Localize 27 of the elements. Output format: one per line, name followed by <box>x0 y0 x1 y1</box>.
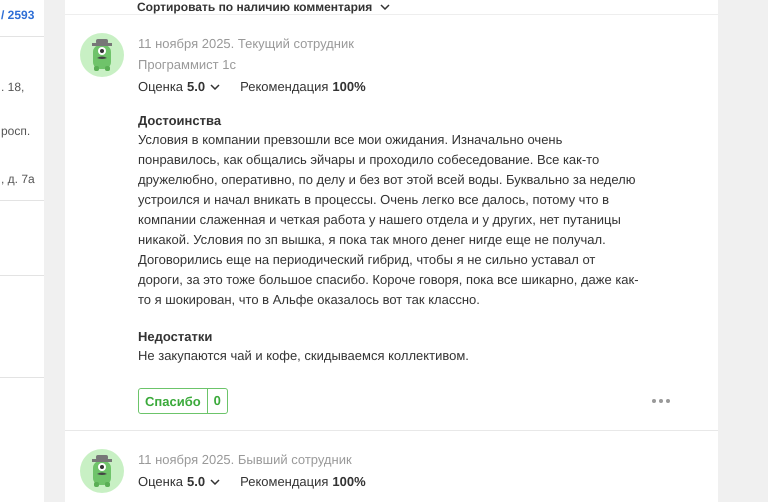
section-text: Не закупаются чай и кофе, скидываемся коллективом. <box>138 347 470 365</box>
rating-label: Оценка <box>138 79 184 94</box>
recommend-label: Рекомендация <box>240 79 328 94</box>
avatar-icon <box>80 449 124 493</box>
sidebar-text: . 18, <box>1 80 24 94</box>
review-meta: 11 ноября 2025. Бывший сотрудник <box>138 451 353 469</box>
job-position: Программист 1с <box>138 56 237 74</box>
rating-value[interactable]: 5.0 <box>187 79 206 94</box>
section-title: Достоинства <box>138 112 222 130</box>
avatar-icon <box>80 33 124 77</box>
section-text: Условия в компании превзошли все мои ожидания. Изначально очень понравилось, как общались эйчары и проходило собеседование. Все как-то дружелюбно, оперативно, по делу и без вот этой всей воды. Буквально за неделю устроился и начал вникать в процессы. Очень легко все далось, потому что в компании слаженная и четкая работа у нашего отдела и у других, нет путаницы никакой. Условия по зп вышка, я пока так много денег нигде еще не получал. Договорились еще на периодический гибрид, чтобы я не сильно уставал от дороги, за это тоже большое спасибо. Короче говоря, пока все шикарно, даже как-то я шокирован, что в Альфе оказалось вот так классно. <box>138 131 640 309</box>
review-meta: 11 ноября 2025. Текущий сотрудник <box>138 35 355 53</box>
more-icon[interactable] <box>652 399 670 403</box>
chevron-icon[interactable] <box>210 478 220 484</box>
chevron-icon[interactable] <box>210 84 220 90</box>
recommend-value: 100% <box>332 79 366 94</box>
sidebar-text: / 2593 <box>1 8 34 22</box>
section-title: Недостатки <box>138 328 214 346</box>
recommend-value: 100% <box>332 474 366 489</box>
sidebar-text: росп. <box>1 124 30 138</box>
recommend-label: Рекомендация <box>240 474 328 489</box>
chevron-icon <box>380 4 390 10</box>
sidebar-text: , д. 7а <box>1 172 35 186</box>
rating-value[interactable]: 5.0 <box>187 474 206 489</box>
sort-dropdown[interactable]: Сортировать по наличию комментария <box>137 0 372 14</box>
thanks-count: 0 <box>206 389 227 413</box>
rating-label: Оценка <box>138 474 184 489</box>
